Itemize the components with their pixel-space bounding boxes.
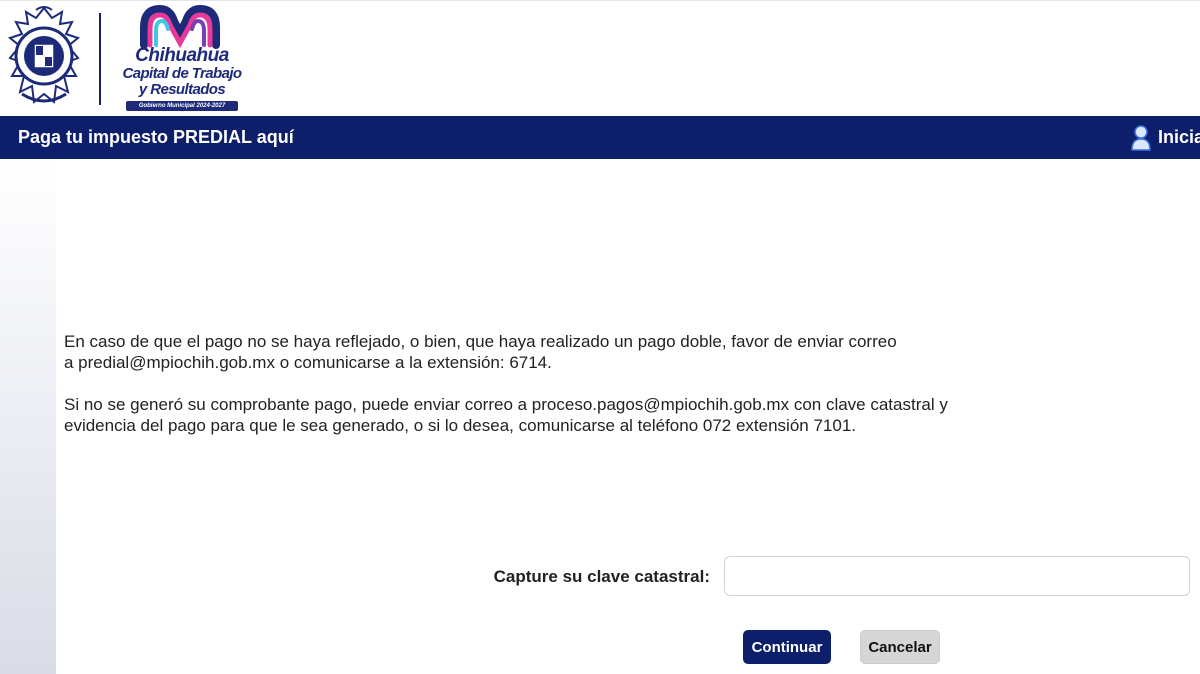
left-gradient-strip [0, 159, 56, 674]
brand-tagline: Gobierno Municipal 2024-2027 [126, 101, 238, 111]
receipt-info-line-2: evidencia del pago para que le sea gener… [64, 416, 857, 435]
brand-line-1: Chihuahua [135, 45, 229, 66]
navbar: Paga tu impuesto PREDIAL aquí Iniciar [0, 116, 1200, 159]
page: Chihuahua Capital de Trabajo y Resultado… [0, 0, 1200, 674]
header-divider [99, 13, 101, 105]
brand-line-3: y Resultados [138, 81, 226, 98]
receipt-info-line-1: Si no se generó su comprobante pago, pue… [64, 395, 948, 414]
login-label: Iniciar [1158, 127, 1200, 147]
brand-logo: Chihuahua Capital de Trabajo y Resultado… [112, 5, 252, 111]
receipt-info-paragraph: Si no se generó su comprobante pago, pue… [64, 394, 1144, 436]
site-header: Chihuahua Capital de Trabajo y Resultado… [0, 0, 1200, 117]
user-icon [1131, 125, 1151, 151]
payment-info-line-2: a predial@mpiochih.gob.mx o comunicarse … [64, 353, 552, 372]
continue-button[interactable]: Continuar [743, 630, 831, 664]
payment-info-line-1: En caso de que el pago no se haya reflej… [64, 332, 897, 351]
payment-info-paragraph: En caso de que el pago no se haya reflej… [64, 331, 1144, 373]
page-title: Paga tu impuesto PREDIAL aquí [18, 127, 294, 147]
clave-catastral-input[interactable] [724, 556, 1190, 596]
brand-wave-icon [140, 5, 220, 49]
brand-line-2: Capital de Trabajo [122, 65, 243, 82]
coat-of-arms-icon [7, 6, 81, 104]
cancel-button[interactable]: Cancelar [860, 630, 940, 664]
login-link[interactable]: Iniciar [1130, 116, 1200, 159]
clave-catastral-label: Capture su clave catastral: [493, 567, 710, 586]
